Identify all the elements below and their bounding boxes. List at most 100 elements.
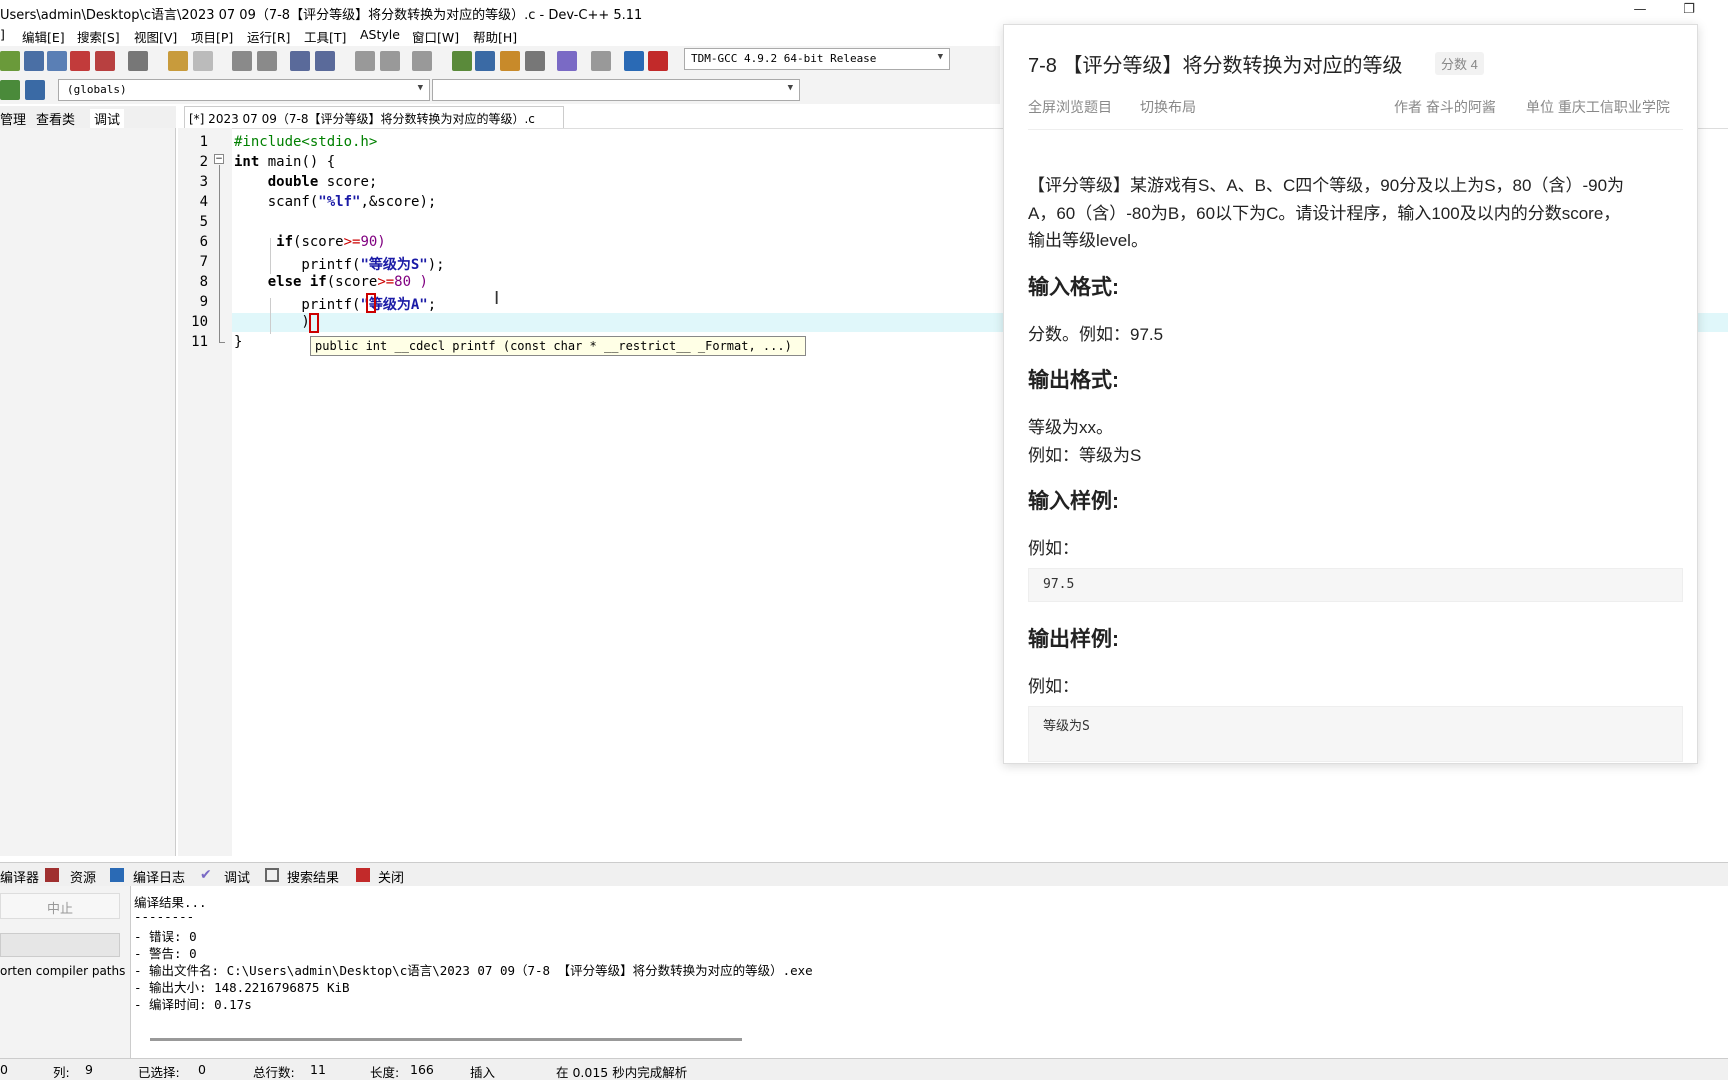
menu-bar: ] 编辑[E] 搜索[S] 视图[V] 项目[P] 运行[R] 工具[T] AS…	[0, 24, 1000, 46]
search-results-icon	[265, 868, 279, 882]
editor-tab[interactable]: [*] 2023 07 09（7-8【评分等级】将分数转换为对应的等级）.c	[184, 106, 564, 128]
bottom-panel-tabs: 编译器 资源 编译日志 ✔ 调试 搜索结果 关闭	[0, 862, 1728, 886]
compile-run-icon[interactable]	[500, 51, 520, 71]
tab-project-manager[interactable]: 管理	[0, 109, 26, 128]
menu-astyle[interactable]: AStyle	[360, 27, 400, 42]
tab-close[interactable]: 关闭	[378, 867, 404, 886]
tab-class-browser[interactable]: 查看类	[36, 109, 75, 128]
line-number: 11	[191, 334, 208, 350]
menu-tools[interactable]: 工具[T]	[304, 27, 346, 46]
run-icon[interactable]	[475, 51, 495, 71]
scope-select[interactable]: (globals) ▼	[58, 79, 430, 101]
print-icon[interactable]	[128, 51, 148, 71]
undo-icon[interactable]	[168, 51, 188, 71]
menu-view[interactable]: 视图[V]	[134, 27, 177, 46]
new-file-icon[interactable]	[0, 51, 20, 71]
chart-icon[interactable]	[624, 51, 644, 71]
save-all-icon[interactable]	[47, 51, 67, 71]
code-token: }	[234, 334, 243, 350]
compiler-select-value: TDM-GCC 4.9.2 64-bit Release	[691, 52, 877, 65]
save-icon[interactable]	[24, 51, 44, 71]
tab-debug-output[interactable]: 调试	[224, 867, 250, 886]
output-sample-heading: 输出样例:	[1028, 628, 1119, 651]
restore-button[interactable]: ❐	[1674, 2, 1704, 22]
problem-title: 7-8 【评分等级】将分数转换为对应的等级	[1028, 55, 1403, 77]
output-sample-box[interactable]: 等级为S	[1028, 706, 1683, 762]
debug-check-icon[interactable]	[557, 51, 577, 71]
code-token: printf(	[234, 297, 361, 313]
status-total-value: 11	[310, 1062, 326, 1077]
input-sample-heading: 输入样例:	[1028, 490, 1119, 513]
stop-button[interactable]: 中止	[0, 893, 120, 919]
line-number: 3	[199, 174, 208, 190]
tab-resources[interactable]: 资源	[70, 867, 96, 886]
status-parse-time: 在 0.015 秒内完成解析	[556, 1065, 688, 1080]
menu-edit[interactable]: 编辑[E]	[22, 27, 65, 46]
divider	[1028, 129, 1683, 130]
bookmark-next-icon[interactable]	[380, 51, 400, 71]
code-token: >=	[377, 274, 395, 290]
find-icon[interactable]	[232, 51, 252, 71]
code-token: 80 )	[394, 274, 428, 290]
tab-debug[interactable]: 调试	[90, 109, 125, 128]
redo-icon[interactable]	[193, 51, 213, 71]
input-sample-box[interactable]: 97.5	[1028, 568, 1683, 602]
chevron-down-icon: ▼	[937, 52, 943, 62]
output-format-text: 等级为xx。	[1028, 418, 1113, 437]
new-class-icon[interactable]	[0, 80, 20, 100]
close-file-icon[interactable]	[70, 51, 90, 71]
goto-icon[interactable]	[412, 51, 432, 71]
code-token: ,&score);	[360, 194, 437, 210]
profile-icon[interactable]	[648, 51, 668, 71]
code-token: ;	[427, 297, 437, 313]
tab-search-results[interactable]: 搜索结果	[287, 867, 339, 886]
switch-layout-link[interactable]: 切换布局	[1140, 97, 1196, 117]
symbol-select[interactable]: ▼	[432, 79, 800, 101]
indent-icon[interactable]	[290, 51, 310, 71]
menu-run[interactable]: 运行[R]	[247, 27, 290, 46]
menu-window[interactable]: 窗口[W]	[412, 27, 459, 46]
fold-end	[219, 342, 225, 343]
replace-icon[interactable]	[257, 51, 277, 71]
compile-icon[interactable]	[452, 51, 472, 71]
rebuild-icon[interactable]	[525, 51, 545, 71]
problem-description-line: 【评分等级】某游戏有S、A、B、C四个等级，90分及以上为S，80（含）-90为	[1028, 176, 1625, 195]
menu-project[interactable]: 项目[P]	[191, 27, 233, 46]
code-token: )	[234, 314, 310, 330]
unindent-icon[interactable]	[315, 51, 335, 71]
shorten-paths-checkbox[interactable]: orten compiler paths	[0, 964, 125, 978]
line-number: 2	[199, 154, 208, 170]
code-token: );	[427, 257, 445, 273]
left-panel	[0, 128, 176, 856]
bookmark-back-icon[interactable]	[355, 51, 375, 71]
code-line: }	[234, 334, 242, 350]
problem-description-line: 输出等级level。	[1028, 231, 1148, 250]
tab-compile-log[interactable]: 编译日志	[133, 867, 185, 886]
fold-icon[interactable]: −	[214, 154, 224, 164]
close-all-icon[interactable]	[95, 51, 115, 71]
fullscreen-link[interactable]: 全屏浏览题目	[1028, 97, 1112, 117]
code-line: scanf("%lf",&score);	[234, 194, 437, 210]
horizontal-scrollbar[interactable]	[150, 1038, 742, 1041]
compiler-select[interactable]: TDM-GCC 4.9.2 64-bit Release ▼	[684, 48, 950, 70]
input-format-heading: 输入格式:	[1028, 276, 1119, 299]
tab-compiler[interactable]: 编译器	[0, 867, 39, 886]
code-token: 90)	[360, 234, 386, 250]
menu-search[interactable]: 搜索[S]	[77, 27, 120, 46]
scope-select-value: (globals)	[67, 83, 127, 96]
menu-help[interactable]: 帮助[H]	[473, 27, 517, 46]
minimize-button[interactable]: —	[1625, 2, 1655, 22]
status-selected-value: 0	[198, 1062, 206, 1077]
left-panel-tabs: 管理 查看类 调试	[0, 106, 176, 128]
status-col-value: 9	[85, 1062, 93, 1077]
status-line-value: 0	[0, 1062, 8, 1077]
menu-file[interactable]: ]	[0, 27, 5, 42]
problem-author: 作者 奋斗的阿酱	[1394, 99, 1496, 115]
stop-execution-icon[interactable]	[591, 51, 611, 71]
insert-icon[interactable]	[25, 80, 45, 100]
check-icon: ✔	[200, 867, 212, 883]
line-number: 8	[199, 274, 208, 290]
close-panel-icon	[356, 868, 370, 882]
